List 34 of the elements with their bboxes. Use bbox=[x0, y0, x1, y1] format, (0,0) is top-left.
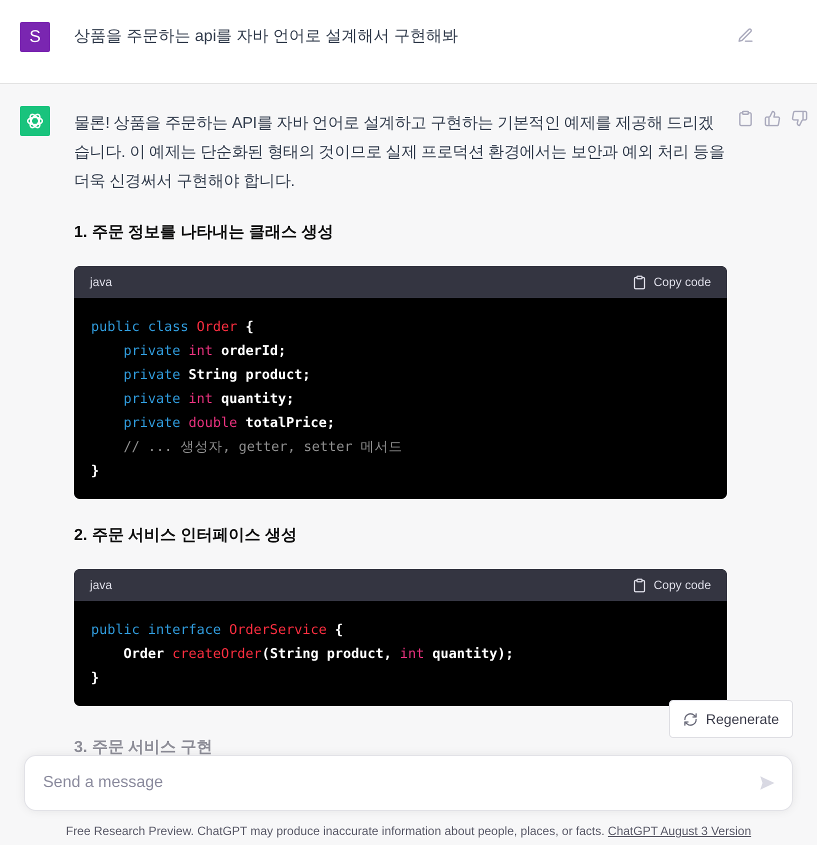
code-line: private double totalPrice; bbox=[122, 414, 336, 433]
section-heading: 1. 주문 정보를 나타내는 클래스 생성 bbox=[74, 223, 335, 243]
clipboard-icon[interactable] bbox=[632, 578, 647, 592]
send-icon[interactable] bbox=[758, 774, 776, 792]
disclaimer-text: Free Research Preview. ChatGPT may produce inaccurate information about people, places, or facts. ChatGPT August 3 Version bbox=[64, 823, 752, 839]
regenerate-button[interactable]: Regenerate bbox=[668, 700, 793, 738]
code-line: // ... 생성자, getter, setter 메서드 bbox=[122, 438, 404, 457]
code-line: } bbox=[91, 462, 100, 481]
user-avatar: S bbox=[20, 22, 50, 52]
code-line: Order createOrder(String product, int quantity); bbox=[122, 645, 515, 664]
message-paragraph: 물론! 상품을 주문하는 API를 자바 언어로 설계하고 구현하는 기본적인 예제를 제공해 드리겠습니다. 이 예제는 단순화된 형태의 것이므로 실제 프로덕션 환경에서는 보안과 예외 처리 등을 더욱 신경써서 구현해야 합니다. bbox=[74, 114, 726, 192]
message-input[interactable]: Send a message bbox=[41, 773, 758, 793]
code-line: private int quantity; bbox=[122, 390, 296, 409]
code-line: public class Order { bbox=[91, 318, 255, 337]
message-composer[interactable]: Send a message bbox=[24, 755, 793, 811]
code-line: private int orderId; bbox=[122, 342, 288, 361]
copy-code-button[interactable]: Copy code bbox=[632, 274, 711, 290]
language-label: java bbox=[90, 275, 112, 289]
user-message: 상품을 주문하는 api를 자바 언어로 설계해서 구현해봐 bbox=[74, 27, 460, 47]
code-line: } bbox=[91, 669, 100, 688]
code-line: private String product; bbox=[122, 366, 312, 385]
code-line: public interface OrderService { bbox=[91, 621, 344, 640]
thumbs-down-icon[interactable] bbox=[791, 110, 808, 127]
clipboard-icon[interactable] bbox=[737, 110, 754, 127]
assistant-avatar bbox=[20, 106, 50, 136]
clipboard-icon[interactable] bbox=[632, 274, 647, 290]
language-label: java bbox=[90, 578, 112, 592]
section-heading: 3. 주문 서비스 구현 bbox=[74, 738, 214, 758]
thumbs-up-icon[interactable] bbox=[764, 110, 781, 127]
version-link[interactable]: ChatGPT August 3 Version bbox=[608, 824, 752, 838]
edit-icon[interactable] bbox=[737, 27, 754, 44]
copy-code-button[interactable]: Copy code bbox=[632, 578, 711, 592]
refresh-icon[interactable] bbox=[682, 712, 698, 726]
section-heading: 2. 주문 서비스 인터페이스 생성 bbox=[74, 526, 298, 546]
